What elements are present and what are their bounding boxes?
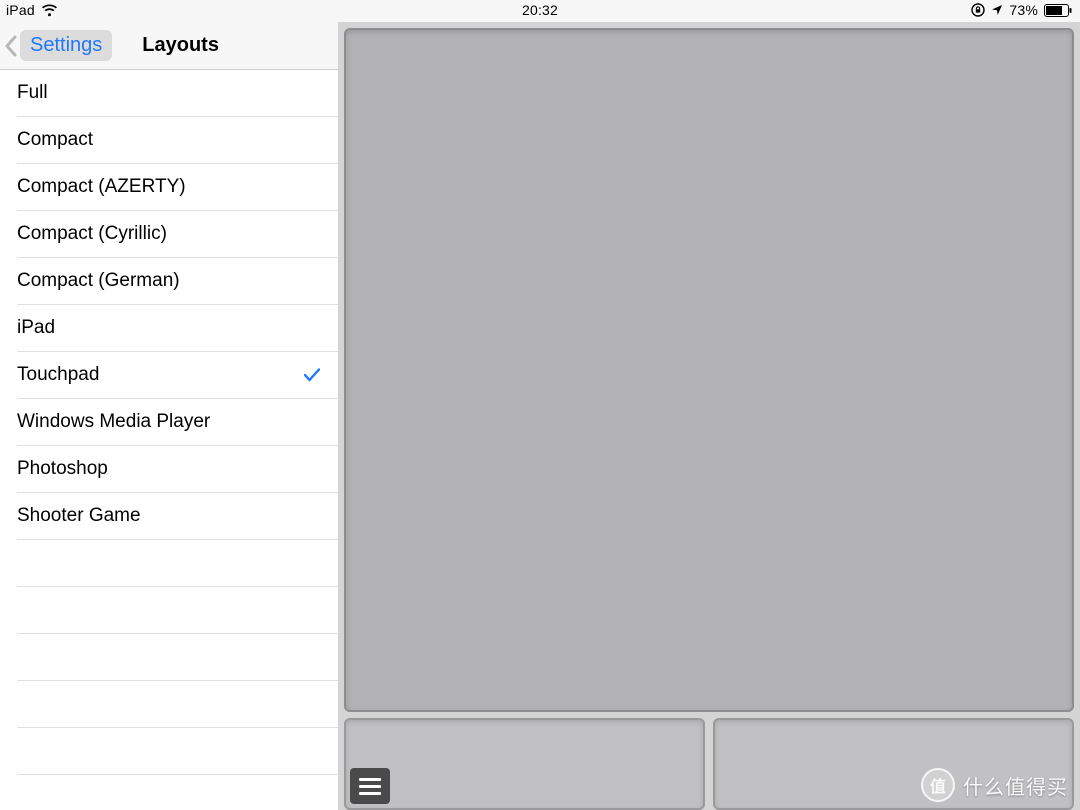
back-button[interactable]: Settings [0, 30, 116, 61]
layout-row-touchpad[interactable]: Touchpad [17, 352, 338, 399]
list-divider [17, 587, 338, 634]
layout-row-photoshop[interactable]: Photoshop [17, 446, 338, 493]
device-label: iPad [6, 2, 35, 18]
layout-row-full[interactable]: Full [17, 70, 338, 117]
hamburger-icon [359, 778, 381, 795]
list-divider [17, 775, 338, 810]
watermark: 值 什么值得买 [921, 768, 1068, 802]
layout-row-wmp[interactable]: Windows Media Player [17, 399, 338, 446]
layout-row-compact-german[interactable]: Compact (German) [17, 258, 338, 305]
layout-row-shooter[interactable]: Shooter Game [17, 493, 338, 540]
status-time: 20:32 [522, 2, 558, 18]
layout-label: Full [17, 82, 48, 104]
watermark-badge: 值 [921, 768, 955, 802]
layout-label: Compact (German) [17, 270, 180, 292]
location-icon [991, 4, 1003, 16]
layout-label: Windows Media Player [17, 411, 210, 433]
battery-percent: 73% [1009, 2, 1038, 18]
list-divider [17, 728, 338, 775]
battery-icon [1044, 4, 1072, 17]
watermark-text: 什么值得买 [963, 771, 1068, 800]
checkmark-icon [304, 368, 320, 382]
touchpad-preview [338, 22, 1080, 810]
layout-label: Shooter Game [17, 505, 141, 527]
layout-label: Compact [17, 129, 93, 151]
layout-label: Touchpad [17, 364, 99, 386]
list-divider [17, 634, 338, 681]
layout-label: Photoshop [17, 458, 108, 480]
back-label: Settings [20, 30, 112, 61]
wifi-icon [41, 4, 58, 17]
layout-row-ipad[interactable]: iPad [17, 305, 338, 352]
chevron-left-icon [2, 35, 20, 57]
page-title: Layouts [142, 34, 219, 57]
left-mouse-button[interactable] [344, 718, 705, 810]
orientation-lock-icon [971, 3, 985, 17]
status-bar: iPad 20:32 73% [0, 0, 1080, 22]
list-divider [17, 540, 338, 587]
layout-row-compact-cyrillic[interactable]: Compact (Cyrillic) [17, 211, 338, 258]
list-divider [17, 681, 338, 728]
nav-header: Settings Layouts [0, 22, 338, 70]
layouts-list[interactable]: Full Compact Compact (AZERTY) Compact (C… [0, 70, 338, 810]
layout-row-compact-azerty[interactable]: Compact (AZERTY) [17, 164, 338, 211]
menu-button[interactable] [350, 768, 390, 804]
layout-row-compact[interactable]: Compact [17, 117, 338, 164]
layout-label: Compact (AZERTY) [17, 176, 186, 198]
layout-label: iPad [17, 317, 55, 339]
trackpad-surface[interactable] [344, 28, 1074, 712]
layout-label: Compact (Cyrillic) [17, 223, 167, 245]
